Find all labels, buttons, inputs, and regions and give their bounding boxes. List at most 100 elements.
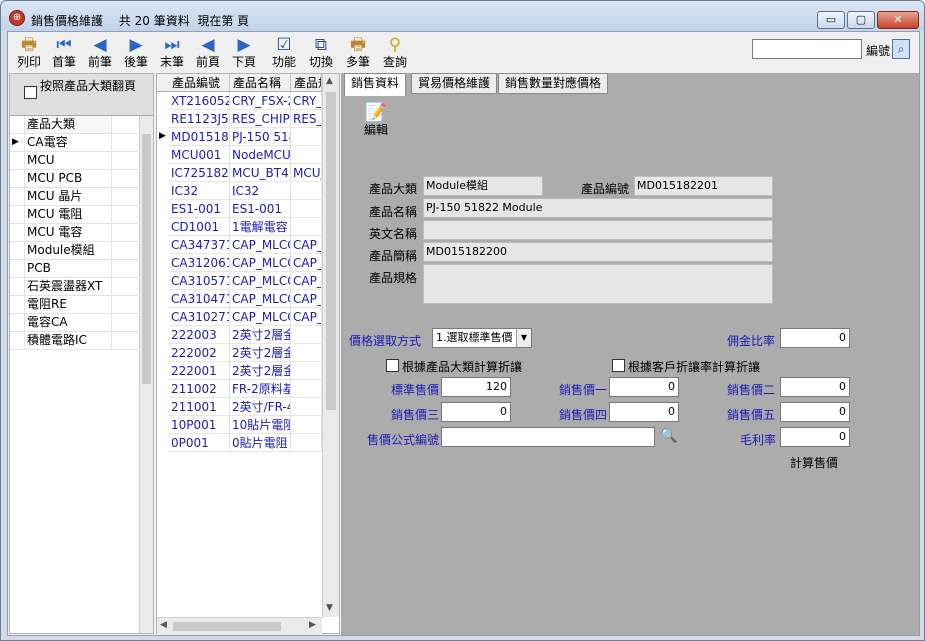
table-row[interactable]: IC7251822MCU_BT4.0MCU_ bbox=[157, 164, 322, 182]
query-button[interactable]: ⚲ 查詢 bbox=[378, 34, 412, 70]
tab-sales-data[interactable]: 銷售資料 bbox=[344, 73, 407, 96]
search-icon[interactable]: 🔍 bbox=[660, 428, 677, 444]
print-button[interactable]: 🖶 列印 bbox=[12, 34, 46, 70]
price5-input[interactable]: 0 bbox=[780, 402, 850, 422]
first-record-button[interactable]: ⏮ 首筆 bbox=[47, 34, 81, 70]
cell-spec bbox=[291, 380, 322, 398]
table-row[interactable]: CA3104712CAP_MLCCCAP_ bbox=[157, 290, 322, 308]
list-item[interactable]: MCU 電阻 bbox=[10, 206, 138, 224]
table-row[interactable]: CA3102712CAP_MLCCCAP_ bbox=[157, 308, 322, 326]
table-row[interactable]: CA3473712CAP_MLCCCAP_ bbox=[157, 236, 322, 254]
category-paging-label: 按照產品大類翻頁 bbox=[40, 79, 137, 93]
close-button[interactable]: ✕ bbox=[877, 11, 919, 29]
price2-label: 銷售價二 bbox=[727, 383, 776, 397]
table-row[interactable]: 211001 2英寸/FR-4 bbox=[157, 398, 322, 416]
scroll-right-icon[interactable]: ▶ bbox=[309, 620, 316, 630]
table-row[interactable]: MCU001NodeMCU晶 bbox=[157, 146, 322, 164]
by-category-checkbox[interactable] bbox=[386, 359, 399, 372]
formula-label: 售價公式編號 bbox=[367, 433, 440, 447]
table-row[interactable]: 222002 2英寸2層金 bbox=[157, 344, 322, 362]
title-bar[interactable]: ⊕ 銷售價格維護 共 20 筆資料 現在第 頁 ▭ ▢ ✕ bbox=[1, 1, 924, 31]
next-page-button[interactable]: ▶ 下頁 bbox=[227, 34, 261, 70]
product-code-label: 產品編號 bbox=[581, 182, 630, 196]
maximize-button[interactable]: ▢ bbox=[847, 11, 875, 29]
previous-record-icon: ◀ bbox=[93, 35, 107, 55]
minimize-button[interactable]: ▭ bbox=[817, 11, 845, 29]
table-row[interactable]: CD1001 1電解電容 bbox=[157, 218, 322, 236]
product-name-label: 產品名稱 bbox=[369, 205, 418, 219]
next-record-label: 後筆 bbox=[123, 55, 148, 69]
code-search-input[interactable] bbox=[752, 39, 862, 59]
cell-code: MCU001 bbox=[169, 146, 230, 164]
list-item[interactable]: 石英震盪器XT bbox=[10, 278, 138, 296]
list-item[interactable]: MCU PCB bbox=[10, 170, 138, 188]
list-item[interactable]: MCU bbox=[10, 152, 138, 170]
table-row[interactable]: CA3120612CAP_MLCCCAP_ bbox=[157, 254, 322, 272]
grid-horizontal-scrollbar[interactable]: ◀ ▶ bbox=[157, 617, 322, 634]
multi-record-button[interactable]: 🖶 多筆 bbox=[341, 34, 375, 70]
list-item[interactable]: 積體電路IC bbox=[10, 332, 138, 350]
edit-button[interactable]: 📝 編輯 bbox=[361, 103, 391, 138]
table-row[interactable]: 211002 FR-2原料基 bbox=[157, 380, 322, 398]
table-row[interactable]: ▶MD0151822PJ-150 518 bbox=[157, 128, 322, 146]
table-row[interactable]: XT2160522CRY_FSX-2CRY_ bbox=[157, 92, 322, 110]
cell-name: CAP_MLCC bbox=[230, 290, 291, 308]
column-header-name[interactable]: 產品名稱 bbox=[230, 74, 291, 91]
previous-page-icon: ◀ bbox=[201, 35, 215, 55]
price4-input[interactable]: 0 bbox=[609, 402, 679, 422]
price-method-select[interactable]: 1.選取標準售價 ▼ bbox=[432, 328, 532, 348]
cell-name: 10貼片電阻 bbox=[230, 416, 291, 434]
cell-code: 222003 bbox=[169, 326, 230, 344]
standard-price-input[interactable]: 120 bbox=[441, 377, 511, 397]
scrollbar-thumb[interactable] bbox=[173, 622, 281, 631]
table-row[interactable]: IC32 IC32 bbox=[157, 182, 322, 200]
category-scrollbar[interactable] bbox=[139, 116, 153, 633]
tab-quantity-price[interactable]: 銷售數量對應價格 bbox=[498, 73, 609, 94]
scrollbar-thumb[interactable] bbox=[326, 92, 336, 410]
previous-page-button[interactable]: ◀ 前頁 bbox=[191, 34, 225, 70]
switch-button[interactable]: ⧉ 切換 bbox=[304, 34, 338, 70]
list-item[interactable]: PCB bbox=[10, 260, 138, 278]
scroll-left-icon[interactable]: ◀ bbox=[160, 620, 167, 630]
formula-input[interactable] bbox=[441, 427, 655, 447]
scrollbar-thumb[interactable] bbox=[142, 134, 151, 384]
grid-vertical-scrollbar[interactable]: ▲ ▼ bbox=[322, 74, 339, 617]
category-field: Module模組 bbox=[423, 176, 543, 196]
cell-name: NodeMCU晶 bbox=[230, 146, 291, 164]
price1-input[interactable]: 0 bbox=[609, 377, 679, 397]
scroll-up-icon[interactable]: ▲ bbox=[326, 76, 333, 86]
cell-spec: RES_ bbox=[291, 110, 322, 128]
by-customer-checkbox[interactable] bbox=[612, 359, 625, 372]
table-row[interactable]: CA3105712CAP_MLCCCAP_ bbox=[157, 272, 322, 290]
table-row[interactable]: 10P001 10貼片電阻 bbox=[157, 416, 322, 434]
previous-record-button[interactable]: ◀ 前筆 bbox=[83, 34, 117, 70]
tab-trade-price[interactable]: 貿易價格維護 bbox=[411, 73, 498, 94]
calculate-price-button[interactable]: 計算售價 bbox=[790, 454, 838, 471]
list-item[interactable]: 電容CA bbox=[10, 314, 138, 332]
price3-input[interactable]: 0 bbox=[441, 402, 511, 422]
price2-input[interactable]: 0 bbox=[780, 377, 850, 397]
column-header-code[interactable]: 產品編號 bbox=[169, 74, 230, 91]
printer-icon: 🖶 bbox=[20, 35, 38, 55]
scroll-down-icon[interactable]: ▼ bbox=[326, 603, 333, 613]
category-paging-checkbox[interactable] bbox=[24, 86, 37, 99]
list-item[interactable]: MCU 晶片 bbox=[10, 188, 138, 206]
table-row[interactable]: RE1123J51 RES_CHIP RES_ bbox=[157, 110, 322, 128]
list-item[interactable]: 電阻RE bbox=[10, 296, 138, 314]
table-row[interactable]: 222001 2英寸2層金 bbox=[157, 362, 322, 380]
list-item[interactable]: MCU 電容 bbox=[10, 224, 138, 242]
list-item[interactable]: ▶ CA電容 bbox=[10, 134, 138, 152]
column-header-spec[interactable]: 產品規格 bbox=[291, 74, 322, 91]
chevron-down-icon[interactable]: ▼ bbox=[516, 329, 531, 347]
last-record-button[interactable]: ⏭ 末筆 bbox=[155, 34, 189, 70]
search-icon[interactable]: ⌕ bbox=[892, 39, 910, 59]
table-row[interactable]: 222003 2英寸2層金 bbox=[157, 326, 322, 344]
table-row[interactable]: 0P001 0貼片電阻 bbox=[157, 434, 322, 452]
margin-input[interactable]: 0 bbox=[780, 427, 850, 447]
cell-spec bbox=[291, 416, 322, 434]
table-row[interactable]: ES1-001 ES1-001 bbox=[157, 200, 322, 218]
function-button[interactable]: ☑ 功能 bbox=[267, 34, 301, 70]
next-record-button[interactable]: ▶ 後筆 bbox=[119, 34, 153, 70]
commission-input[interactable]: 0 bbox=[780, 328, 850, 348]
list-item[interactable]: Module模組 bbox=[10, 242, 138, 260]
